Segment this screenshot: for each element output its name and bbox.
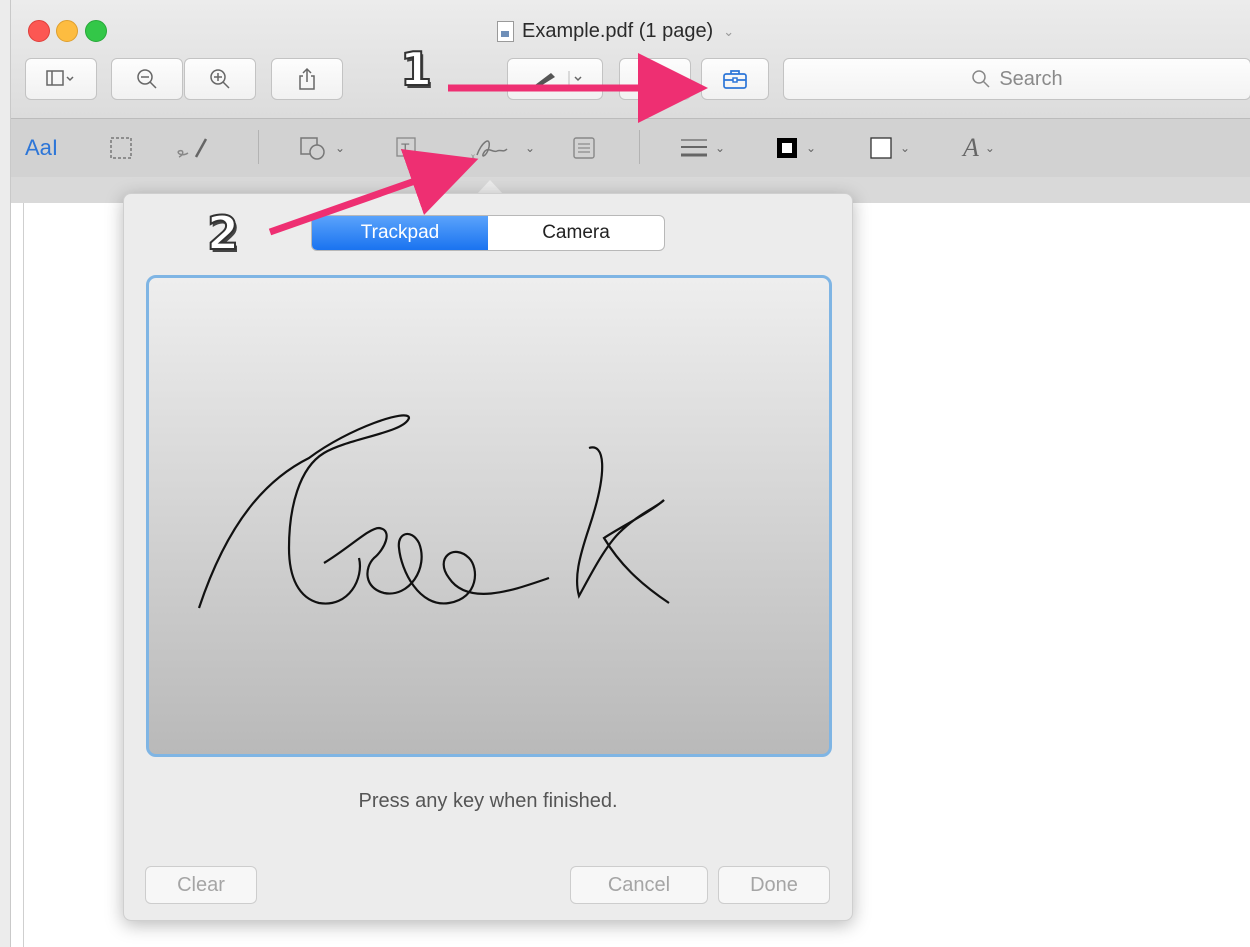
chevron-down-icon: ⌄ — [806, 141, 817, 155]
sketch-icon — [177, 138, 208, 158]
chevron-down-icon: ⌄ — [984, 141, 995, 155]
signature-source-toggle: Trackpad Camera — [311, 215, 665, 251]
highlight-button[interactable] — [507, 58, 603, 100]
note-tool[interactable] — [571, 130, 597, 166]
font-tool[interactable]: A ⌄ — [963, 130, 995, 166]
share-icon — [299, 67, 315, 90]
minimize-button[interactable] — [56, 20, 78, 42]
signature-tool[interactable]: x ⌄ — [471, 130, 535, 166]
chevron-down-icon: ⌄ — [723, 23, 735, 39]
window-title-text: Example.pdf (1 page) — [522, 20, 714, 42]
note-icon — [573, 137, 595, 159]
tab-camera[interactable]: Camera — [488, 216, 664, 250]
done-button[interactable]: Done — [718, 866, 830, 904]
pdf-document-icon — [497, 21, 514, 42]
border-color-icon — [777, 138, 797, 158]
signature-hint: Press any key when finished. — [358, 790, 618, 812]
svg-text:x: x — [471, 152, 475, 161]
pen-icon — [535, 71, 582, 87]
title-bar: Example.pdf (1 page) ⌄ Search — [11, 0, 1250, 118]
sidebar-icon — [46, 70, 74, 86]
sketch-tool[interactable] — [176, 130, 216, 166]
toolbar-divider — [639, 130, 640, 164]
search-icon — [972, 70, 990, 88]
close-button[interactable] — [28, 20, 50, 42]
rotate-icon — [642, 74, 655, 87]
markup-toolbar-button[interactable] — [701, 58, 769, 100]
signature-icon: x — [471, 140, 508, 161]
signature-drawing-area[interactable] — [146, 275, 832, 757]
text-box-tool[interactable]: T — [394, 130, 420, 166]
zoom-button[interactable] — [85, 20, 107, 42]
text-style-icon: AaI — [25, 135, 59, 160]
chevron-down-icon: ⌄ — [335, 141, 346, 155]
tab-trackpad[interactable]: Trackpad — [312, 216, 488, 250]
handwritten-signature — [197, 414, 670, 609]
fill-color-tool[interactable]: ⌄ — [868, 130, 910, 166]
sidebar-view-button[interactable] — [25, 58, 97, 100]
font-icon: A — [963, 133, 979, 162]
zoom-in-icon — [210, 69, 230, 89]
svg-text:T: T — [401, 140, 410, 156]
signature-popover: Trackpad Camera Press any key when finis… — [123, 193, 853, 921]
text-style-tool[interactable]: AaI — [25, 130, 58, 166]
window-title[interactable]: Example.pdf (1 page) ⌄ — [497, 20, 734, 43]
search-field[interactable]: Search — [783, 58, 1250, 100]
clear-button[interactable]: Clear — [145, 866, 257, 904]
shapes-tool[interactable]: ⌄ — [299, 130, 345, 166]
cancel-button[interactable]: Cancel — [570, 866, 708, 904]
popover-pointer — [477, 180, 503, 194]
rotate-button[interactable] — [619, 58, 691, 100]
chevron-down-icon: ⌄ — [525, 141, 536, 155]
zoom-out-button[interactable] — [111, 58, 183, 100]
share-button[interactable] — [271, 58, 343, 100]
fill-color-icon — [870, 137, 892, 159]
step-2-label: 2 — [206, 205, 240, 261]
rect-selection-icon — [110, 137, 132, 159]
toolbox-icon — [723, 70, 747, 89]
border-color-tool[interactable]: ⌄ — [774, 130, 816, 166]
step-1-label: 1 — [399, 41, 433, 97]
shapes-icon — [300, 137, 325, 160]
zoom-out-icon — [137, 69, 157, 89]
line-style-tool[interactable]: ⌄ — [679, 130, 725, 166]
textbox-icon: T — [396, 137, 416, 157]
toolbar-divider — [258, 130, 259, 164]
chevron-down-icon: ⌄ — [715, 141, 726, 155]
rect-selection-tool[interactable] — [109, 130, 133, 166]
search-placeholder: Search — [999, 67, 1063, 90]
zoom-in-button[interactable] — [184, 58, 256, 100]
line-style-icon — [681, 139, 707, 157]
chevron-down-icon: ⌄ — [900, 141, 911, 155]
